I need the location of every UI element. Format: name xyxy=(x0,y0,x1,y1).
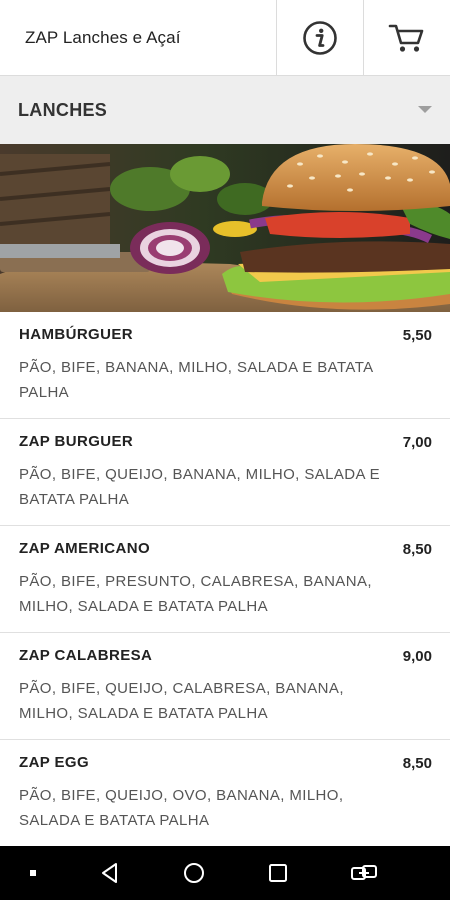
nav-recents-button[interactable] xyxy=(267,862,289,884)
category-selector[interactable]: LANCHES xyxy=(0,76,450,144)
nav-menu-button[interactable] xyxy=(28,868,38,878)
info-icon xyxy=(303,20,337,55)
screen-switch-icon xyxy=(351,865,377,880)
menu-dot-icon xyxy=(30,870,36,876)
dropdown-arrow-icon xyxy=(418,106,432,113)
nav-home-button[interactable] xyxy=(182,861,206,885)
list-item[interactable]: ZAP BURGUER 7,00 PÃO, BIFE, QUEIJO, BANA… xyxy=(0,419,450,526)
cart-button[interactable] xyxy=(363,0,450,75)
back-icon xyxy=(102,863,117,883)
item-price: 5,50 xyxy=(402,327,432,344)
item-description: PÃO, BIFE, QUEIJO, CALABRESA, BANANA, MI… xyxy=(19,680,344,722)
nav-switch-button[interactable] xyxy=(350,862,378,884)
item-name: ZAP BURGUER xyxy=(19,433,134,450)
system-nav-bar xyxy=(0,846,450,900)
menu-list: HAMBÚRGUER 5,50 PÃO, BIFE, BANANA, MILHO… xyxy=(0,312,450,846)
item-price: 9,00 xyxy=(402,648,432,665)
item-name: ZAP EGG xyxy=(19,754,90,771)
list-item[interactable]: ZAP EGG 8,50 PÃO, BIFE, QUEIJO, OVO, BAN… xyxy=(0,740,450,846)
nav-back-button[interactable] xyxy=(99,862,121,884)
item-price: 7,00 xyxy=(402,434,432,451)
item-name: HAMBÚRGUER xyxy=(19,326,133,343)
item-description: PÃO, BIFE, QUEIJO, OVO, BANANA, MILHO, S… xyxy=(19,787,344,829)
list-item[interactable]: ZAP CALABRESA 9,00 PÃO, BIFE, QUEIJO, CA… xyxy=(0,633,450,740)
item-description: PÃO, BIFE, BANANA, MILHO, SALADA E BATAT… xyxy=(19,359,373,401)
burger-photo xyxy=(0,144,450,312)
info-button[interactable] xyxy=(276,0,363,75)
app-bar: ZAP Lanches e Açaí xyxy=(0,0,450,76)
item-price: 8,50 xyxy=(402,755,432,772)
home-icon xyxy=(184,863,204,883)
category-title: LANCHES xyxy=(18,99,108,120)
app-title: ZAP Lanches e Açaí xyxy=(25,27,181,47)
hero-image xyxy=(0,144,450,312)
recents-icon xyxy=(269,864,287,882)
list-item[interactable]: HAMBÚRGUER 5,50 PÃO, BIFE, BANANA, MILHO… xyxy=(0,312,450,419)
item-description: PÃO, BIFE, QUEIJO, BANANA, MILHO, SALADA… xyxy=(19,466,381,508)
item-name: ZAP AMERICANO xyxy=(19,540,151,557)
item-name: ZAP CALABRESA xyxy=(19,647,153,664)
cart-icon xyxy=(388,24,424,52)
list-item[interactable]: ZAP AMERICANO 8,50 PÃO, BIFE, PRESUNTO, … xyxy=(0,526,450,633)
item-price: 8,50 xyxy=(402,541,432,558)
item-description: PÃO, BIFE, PRESUNTO, CALABRESA, BANANA, … xyxy=(19,573,372,615)
